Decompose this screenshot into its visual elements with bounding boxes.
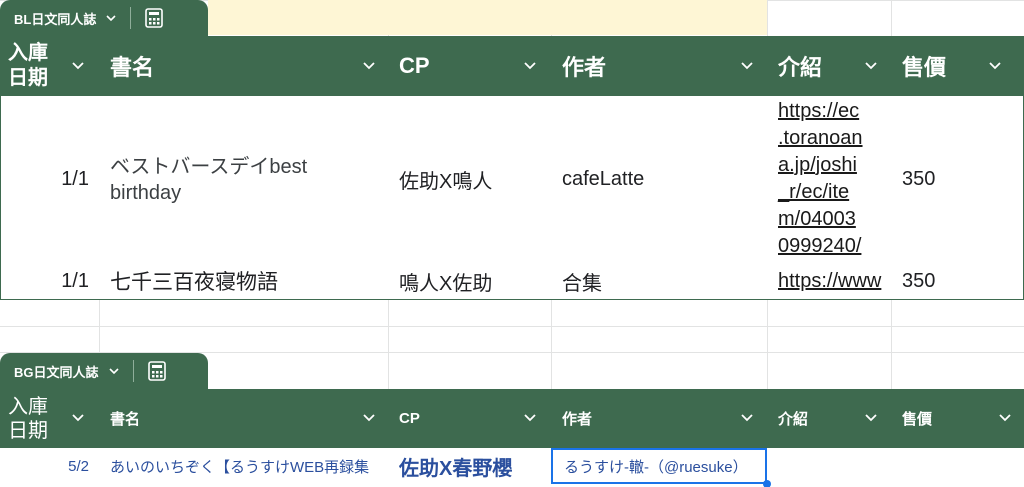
column-header-cp[interactable]: CP <box>388 36 551 96</box>
tab-divider <box>130 7 132 29</box>
chevron-down-icon[interactable] <box>865 62 877 70</box>
column-header-price[interactable]: 售價 <box>891 36 1024 96</box>
chevron-down-icon[interactable] <box>72 62 84 70</box>
chevron-down-icon[interactable] <box>524 62 536 70</box>
chevron-down-icon[interactable] <box>989 62 1001 70</box>
author-cell-selected[interactable]: るうすけ-轍-（@ruesuke） <box>551 448 767 484</box>
column-header-cp[interactable]: CP <box>388 389 551 448</box>
title-cell[interactable]: 七千三百夜寝物語 <box>99 263 388 299</box>
chevron-down-icon[interactable] <box>72 414 84 422</box>
column-header-price[interactable]: 售價 <box>891 389 1024 448</box>
chevron-down-icon[interactable] <box>363 414 375 422</box>
table-tab-bl[interactable]: BL日文同人誌 <box>0 0 208 36</box>
table-row[interactable]: 5/2 あいのいちぞく【るうすけWEB再録集 佐助X春野櫻 るうすけ-轍-（@r… <box>0 448 1024 487</box>
column-header-title[interactable]: 書名 <box>99 36 388 96</box>
date-cell[interactable]: 1/1 <box>0 263 99 299</box>
column-header-intro[interactable]: 介紹 <box>767 389 891 448</box>
tab-divider <box>132 360 134 382</box>
chevron-down-icon[interactable] <box>865 414 877 422</box>
table-tab-bg[interactable]: BG日文同人誌 <box>0 353 208 389</box>
column-header-intro[interactable]: 介紹 <box>767 36 891 96</box>
table-view-icon[interactable] <box>143 7 165 29</box>
chevron-down-icon[interactable] <box>999 414 1011 422</box>
title-cell[interactable]: ベストバースデイbest birthday <box>99 96 388 263</box>
price-cell[interactable] <box>891 448 1024 484</box>
column-header-author[interactable]: 作者 <box>551 389 767 448</box>
cp-cell[interactable]: 佐助X春野櫻 <box>388 448 551 484</box>
title-cell[interactable]: あいのいちぞく【るうすけWEB再録集 <box>99 448 388 484</box>
chevron-down-icon[interactable] <box>108 366 119 376</box>
chevron-down-icon[interactable] <box>741 62 753 70</box>
author-cell[interactable]: 合集 <box>551 263 767 299</box>
table-row[interactable]: 1/1 七千三百夜寝物語 鳴人X佐助 合集 https://www 350 <box>0 263 1024 299</box>
table-header-row: 入庫 日期 書名 CP 作者 介紹 售價 <box>0 389 1024 448</box>
price-cell[interactable]: 350 <box>891 263 1024 299</box>
chevron-down-icon[interactable] <box>524 414 536 422</box>
intro-link[interactable]: https://ec .toranoan a.jp/joshi _r/ec/it… <box>767 96 891 263</box>
chevron-down-icon[interactable] <box>106 13 116 23</box>
chevron-down-icon[interactable] <box>741 414 753 422</box>
intro-cell[interactable] <box>767 448 891 484</box>
table-tab-name: BL日文同人誌 <box>14 11 97 27</box>
price-cell[interactable]: 350 <box>891 96 1024 263</box>
cp-cell[interactable]: 鳴人X佐助 <box>388 263 551 299</box>
intro-link[interactable]: https://www <box>767 263 891 299</box>
date-cell[interactable]: 1/1 <box>0 96 99 263</box>
table-header-row: 入庫 日期 書名 CP 作者 介紹 售價 <box>0 36 1024 96</box>
table-row[interactable]: 1/1 ベストバースデイbest birthday 佐助X鳴人 cafeLatt… <box>0 96 1024 263</box>
date-cell[interactable]: 5/2 <box>0 448 99 484</box>
column-header-author[interactable]: 作者 <box>551 36 767 96</box>
table-view-icon[interactable] <box>146 360 168 382</box>
author-cell[interactable]: cafeLatte <box>551 96 767 263</box>
column-header-date[interactable]: 入庫 日期 <box>0 36 99 96</box>
chevron-down-icon[interactable] <box>363 62 375 70</box>
column-header-date[interactable]: 入庫 日期 <box>0 389 99 448</box>
table-tab-name: BG日文同人誌 <box>14 364 99 380</box>
cp-cell[interactable]: 佐助X鳴人 <box>388 96 551 263</box>
highlighted-row-band <box>208 0 767 35</box>
column-header-title[interactable]: 書名 <box>99 389 388 448</box>
